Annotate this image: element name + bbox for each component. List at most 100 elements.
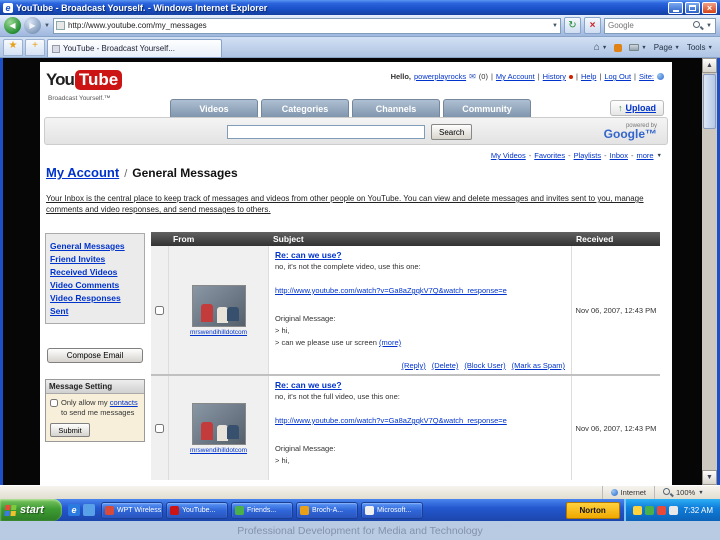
task-button-friends[interactable]: Friends... [231, 501, 293, 519]
message-url-link[interactable]: http://www.youtube.com/watch?v=Ga8aZgqkV… [275, 286, 565, 295]
task-button-microsoft[interactable]: Microsoft... [361, 501, 423, 519]
more-link[interactable]: (more) [379, 338, 401, 347]
site-search-input[interactable] [227, 125, 425, 139]
message-url-link[interactable]: http://www.youtube.com/watch?v=Ga8aZgqkV… [275, 416, 565, 425]
messages-table: From Subject Received mrswendihilldotcom [151, 227, 660, 485]
address-dropdown-icon[interactable]: ▼ [552, 23, 558, 29]
reply-link[interactable]: (Reply) [402, 361, 426, 370]
tray-icon[interactable] [656, 505, 666, 515]
scrollbar-thumb[interactable] [703, 74, 716, 129]
task-button-broch[interactable]: Broch-A... [296, 501, 358, 519]
forward-button[interactable]: ▶ [24, 17, 41, 34]
video-thumbnail[interactable] [191, 402, 246, 445]
tab-channels[interactable]: Channels [352, 99, 440, 117]
mark-as-spam-link[interactable]: (Mark as Spam) [512, 361, 565, 370]
message-subject-link[interactable]: Re: can we use? [275, 380, 565, 390]
delete-link[interactable]: (Delete) [432, 361, 459, 370]
contacts-link[interactable]: contacts [110, 398, 138, 407]
tray-icon[interactable] [668, 505, 678, 515]
playlists-link[interactable]: Playlists [574, 151, 602, 160]
zoom-icon [663, 487, 673, 498]
refresh-button[interactable]: ↻ [564, 17, 581, 34]
upload-button[interactable]: ↑ Upload [610, 100, 664, 116]
quick-launch-ie-icon[interactable]: e [68, 504, 80, 516]
youtube-logo[interactable]: You Tube [46, 70, 123, 90]
inbox-link[interactable]: Inbox [610, 151, 628, 160]
sidebar-item-friend-invites[interactable]: Friend Invites [50, 254, 140, 264]
windows-flag-icon [4, 504, 17, 516]
more-link[interactable]: more [636, 151, 653, 160]
tab-community[interactable]: Community [443, 99, 531, 117]
tools-menu[interactable]: Tools ▼ [687, 43, 713, 52]
back-button[interactable]: ◀ [4, 17, 21, 34]
sidebar-item-sent[interactable]: Sent [50, 306, 140, 316]
address-input[interactable] [67, 21, 550, 30]
add-favorite-icon[interactable]: + [25, 39, 45, 56]
close-button[interactable]: × [702, 1, 717, 14]
compose-email-button[interactable]: Compose Email [47, 348, 143, 363]
sidebar-item-received-videos[interactable]: Received Videos [50, 267, 140, 277]
search-icon[interactable] [693, 20, 703, 31]
inbox-mail-icon[interactable]: ✉ [469, 72, 476, 81]
row-received-cell: Nov 06, 2007, 12:43 PM [575, 305, 657, 315]
window-controls: × [668, 1, 717, 14]
maximize-button[interactable] [685, 1, 700, 14]
message-body-line: no, it's not the full video, use this on… [275, 392, 400, 401]
breadcrumb-my-account[interactable]: My Account [46, 165, 119, 180]
username-link[interactable]: powerplayrocks [414, 72, 466, 81]
help-link[interactable]: Help [581, 72, 596, 81]
task-button-youtube[interactable]: YouTube... [166, 501, 228, 519]
more-dropdown-icon[interactable]: ▼ [657, 153, 662, 159]
search-dropdown-icon[interactable]: ▼ [706, 23, 712, 29]
inbox-count[interactable]: (0) [479, 72, 488, 81]
sidebar-item-general-messages[interactable]: General Messages [50, 241, 140, 251]
sender-link[interactable]: mrswendihilldotcom [190, 329, 247, 336]
site-link[interactable]: Site: [639, 72, 654, 81]
stop-button[interactable]: × [584, 17, 601, 34]
browser-search-input[interactable] [608, 21, 691, 30]
vertical-scrollbar[interactable]: ▲ ▼ [702, 58, 717, 485]
browser-tab[interactable]: YouTube - Broadcast Yourself... [47, 39, 222, 57]
sender-link[interactable]: mrswendihilldotcom [190, 447, 247, 454]
video-thumbnail[interactable] [191, 284, 246, 327]
history-dropdown-icon[interactable]: ▼ [44, 23, 50, 29]
scroll-up-icon[interactable]: ▲ [702, 58, 717, 73]
tray-icon[interactable] [632, 505, 642, 515]
tab-categories[interactable]: Categories [261, 99, 349, 117]
address-bar[interactable]: ▼ [52, 17, 561, 34]
message-checkbox[interactable] [155, 423, 164, 433]
site-search-button[interactable]: Search [431, 124, 473, 140]
norton-tray-badge[interactable]: Norton [565, 501, 620, 519]
minimize-button[interactable] [668, 1, 683, 14]
submit-button[interactable]: Submit [50, 423, 90, 437]
page-menu[interactable]: Page ▼ [654, 43, 680, 52]
only-contacts-checkbox[interactable] [50, 399, 58, 407]
browser-search-box[interactable]: ▼ [604, 17, 716, 34]
app-icon [170, 505, 179, 515]
separator: - [630, 151, 634, 160]
scroll-down-icon[interactable]: ▼ [702, 470, 717, 485]
history-link[interactable]: History [543, 72, 566, 81]
home-button[interactable]: ⌂ ▼ [594, 42, 608, 53]
message-checkbox[interactable] [155, 305, 164, 315]
favorites-star-icon[interactable]: ★ [3, 39, 23, 56]
block-user-link[interactable]: (Block User) [464, 361, 505, 370]
my-account-link[interactable]: My Account [496, 72, 535, 81]
sidebar-item-video-responses[interactable]: Video Responses [50, 293, 140, 303]
zoom-control[interactable]: 100% ▼ [654, 486, 714, 499]
my-videos-link[interactable]: My Videos [491, 151, 526, 160]
message-actions: (Reply) (Delete) (Block User) (Mark as S… [402, 361, 565, 370]
print-button[interactable]: ▼ [629, 44, 647, 51]
quick-launch-desktop-icon[interactable] [83, 504, 95, 516]
message-subject-link[interactable]: Re: can we use? [275, 250, 565, 260]
sidebar-item-video-comments[interactable]: Video Comments [50, 280, 140, 290]
page-title: General Messages [132, 166, 238, 180]
log-out-link[interactable]: Log Out [604, 72, 631, 81]
start-button[interactable]: start [0, 499, 62, 521]
task-button-wpt[interactable]: WPT Wireless... [101, 501, 163, 519]
tab-videos[interactable]: Videos [170, 99, 258, 117]
tray-icon[interactable] [644, 505, 654, 515]
favorites-link[interactable]: Favorites [534, 151, 565, 160]
ie-favicon-icon: e [3, 2, 13, 13]
feeds-button[interactable] [614, 43, 623, 52]
